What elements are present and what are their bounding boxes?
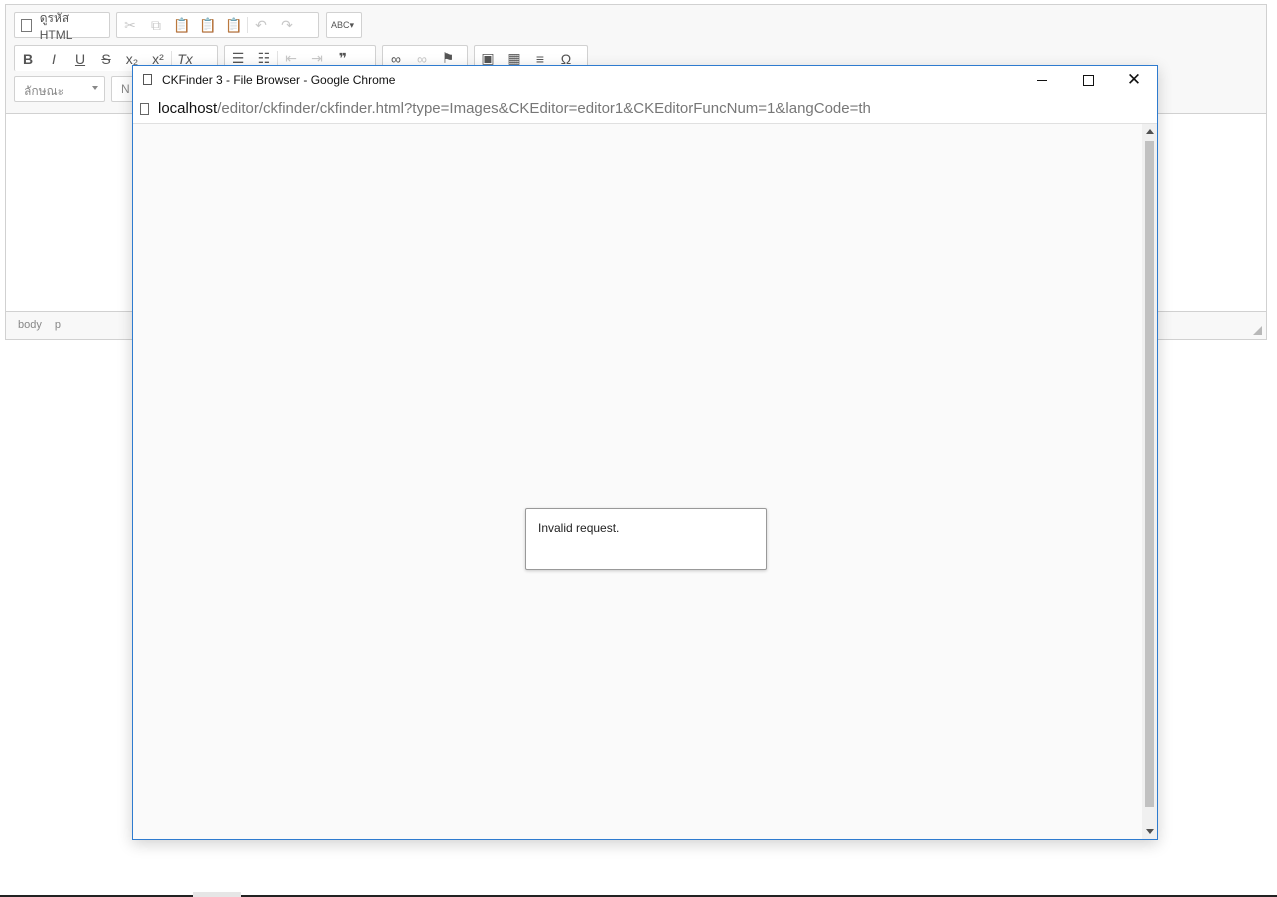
- url-host: localhost: [158, 100, 218, 117]
- page-icon: [143, 74, 152, 85]
- address-bar[interactable]: localhost/editor/ckfinder/ckfinder.html?…: [133, 95, 1157, 124]
- scroll-thumb[interactable]: [1145, 141, 1154, 807]
- italic-button[interactable]: I: [41, 47, 67, 71]
- paste-text-icon[interactable]: 📋: [195, 13, 221, 37]
- url-path: /editor/ckfinder/ckfinder.html?type=Imag…: [217, 100, 871, 117]
- chevron-down-icon: [92, 86, 98, 90]
- redo-icon[interactable]: ↷: [274, 13, 300, 37]
- clipboard-group: ✂ ⧉ 📋 📋 📋 ↶ ↷: [116, 12, 319, 38]
- minimize-button[interactable]: [1019, 66, 1065, 95]
- arrow-down-icon: [1145, 829, 1154, 834]
- close-icon: ✕: [1126, 70, 1142, 90]
- format-combo-label: N: [121, 82, 130, 96]
- window-titlebar[interactable]: CKFinder 3 - File Browser - Google Chrom…: [133, 66, 1157, 95]
- spellcheck-icon: ABC▾: [331, 19, 355, 30]
- scroll-down-button[interactable]: [1142, 824, 1157, 839]
- spellcheck-button[interactable]: ABC▾: [326, 12, 362, 38]
- scroll-up-button[interactable]: [1142, 124, 1157, 139]
- element-path: body p: [18, 319, 71, 331]
- style-combo-label: ลักษณะ: [24, 84, 65, 98]
- maximize-icon: [1082, 75, 1094, 86]
- maximize-button[interactable]: [1065, 66, 1111, 95]
- taskbar-tab[interactable]: [193, 892, 241, 897]
- cut-icon[interactable]: ✂: [117, 13, 143, 37]
- close-button[interactable]: ✕: [1111, 66, 1157, 95]
- paste-icon[interactable]: 📋: [169, 13, 195, 37]
- underline-button[interactable]: U: [67, 47, 93, 71]
- minimize-icon: [1037, 80, 1047, 81]
- strike-button[interactable]: S: [93, 47, 119, 71]
- copy-icon[interactable]: ⧉: [143, 13, 169, 37]
- source-button-label: ดูรหัส HTML: [39, 10, 73, 42]
- paste-word-icon[interactable]: 📋: [221, 13, 247, 37]
- undo-icon[interactable]: ↶: [248, 13, 274, 37]
- error-dialog: Invalid request.: [525, 508, 767, 570]
- style-combo[interactable]: ลักษณะ: [14, 76, 105, 102]
- bold-button[interactable]: B: [15, 47, 41, 71]
- arrow-up-icon: [1145, 129, 1154, 134]
- page-content: Invalid request.: [133, 124, 1157, 839]
- vertical-scrollbar[interactable]: [1142, 124, 1157, 839]
- resize-grip-icon[interactable]: [1253, 326, 1262, 335]
- source-doc-icon: [21, 18, 32, 32]
- source-button[interactable]: ดูรหัส HTML: [14, 11, 110, 42]
- ckfinder-popup-window: CKFinder 3 - File Browser - Google Chrom…: [132, 65, 1158, 840]
- path-p[interactable]: p: [55, 319, 61, 331]
- url-text[interactable]: localhost/editor/ckfinder/ckfinder.html?…: [158, 100, 871, 117]
- path-body[interactable]: body: [18, 319, 42, 331]
- window-title: CKFinder 3 - File Browser - Google Chrom…: [162, 73, 396, 87]
- page-info-icon[interactable]: [140, 103, 149, 115]
- error-message: Invalid request.: [538, 521, 620, 535]
